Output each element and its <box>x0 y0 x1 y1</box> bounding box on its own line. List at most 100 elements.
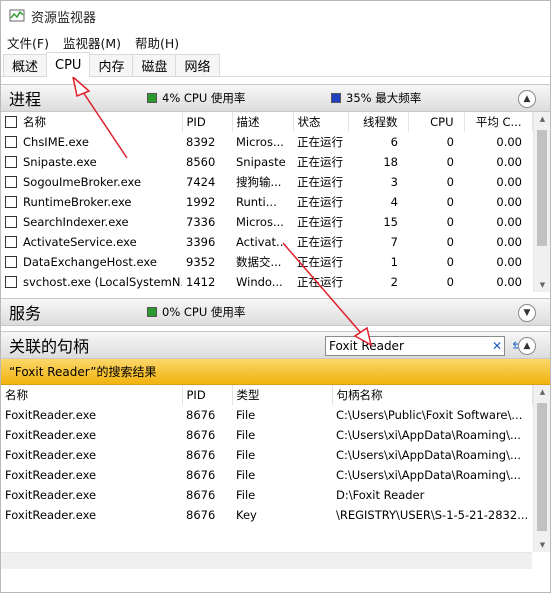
select-all-checkbox[interactable] <box>5 116 17 128</box>
process-checkbox[interactable] <box>5 156 17 168</box>
process-checkbox[interactable] <box>5 136 17 148</box>
services-cpu-usage-text: 0% CPU 使用率 <box>162 305 246 319</box>
tab-overview[interactable]: 概述 <box>3 54 48 76</box>
handles-column-type[interactable]: 类型 <box>232 385 333 405</box>
process-description: Runti... <box>236 195 277 209</box>
scroll-down-arrow[interactable]: ▼ <box>534 278 551 292</box>
process-name-cell[interactable]: ActivateService.exe <box>1 232 182 252</box>
menu-monitor[interactable]: 监视器(M) <box>63 33 121 52</box>
handles-column-name[interactable]: 名称 <box>1 385 183 405</box>
handle-pid: 8676 <box>186 468 216 482</box>
handles-scroll-thumb[interactable] <box>537 403 547 531</box>
process-description: Snipaste <box>236 155 286 169</box>
process-cpu: 0 <box>446 275 454 289</box>
process-row[interactable]: Snipaste.exe 8560 Snipaste 正在运行 18 0 0.00 <box>1 152 532 172</box>
menu-help[interactable]: 帮助(H) <box>135 33 179 52</box>
handles-horizontal-scrollbar[interactable] <box>1 552 532 569</box>
process-name: ActivateService.exe <box>23 235 137 249</box>
handle-row[interactable]: FoxitReader.exe 8676 File D:\Foxit Reader <box>1 485 532 505</box>
process-name-cell[interactable]: Snipaste.exe <box>1 152 182 172</box>
expand-services-button[interactable]: ▼ <box>518 304 536 322</box>
tab-disk[interactable]: 磁盘 <box>132 54 177 76</box>
process-description: Micros... <box>236 135 284 149</box>
process-status: 正在运行 <box>297 275 343 289</box>
process-pid: 7336 <box>186 215 216 229</box>
process-avg-cpu: 0.00 <box>496 235 522 249</box>
menu-file[interactable]: 文件(F) <box>7 33 49 52</box>
column-name[interactable]: 名称 <box>1 112 183 132</box>
column-description[interactable]: 描述 <box>232 112 294 132</box>
handle-row[interactable]: FoxitReader.exe 8676 File C:\Users\xi\AppDa… <box>1 425 532 445</box>
handles-scroll-down-arrow[interactable]: ▼ <box>534 538 551 552</box>
process-threads: 18 <box>383 155 398 169</box>
process-row[interactable]: ChsIME.exe 8392 Micros... 正在运行 6 0 0.00 <box>1 132 532 152</box>
process-name-cell[interactable]: RuntimeBroker.exe <box>1 192 182 212</box>
handle-process-name: FoxitReader.exe <box>5 508 97 522</box>
process-name-cell[interactable]: ChsIME.exe <box>1 132 182 152</box>
column-threads[interactable]: 线程数 <box>348 112 409 132</box>
handle-row[interactable]: FoxitReader.exe 8676 Key \REGISTRY\USER\S-1… <box>1 505 532 525</box>
column-status[interactable]: 状态 <box>293 112 349 132</box>
process-name-cell[interactable]: SogouImeBroker.exe <box>1 172 182 192</box>
collapse-processes-button[interactable]: ▲ <box>518 90 536 108</box>
handle-process-name: FoxitReader.exe <box>5 468 97 482</box>
process-name: DataExchangeHost.exe <box>23 255 157 269</box>
services-header[interactable]: 服务 0% CPU 使用率 ▼ <box>1 298 550 326</box>
handle-row[interactable]: FoxitReader.exe 8676 File C:\Users\Public\F… <box>1 405 532 425</box>
process-checkbox[interactable] <box>5 276 17 288</box>
collapse-handles-button[interactable]: ▲ <box>518 337 536 355</box>
handles-rows: FoxitReader.exe 8676 File C:\Users\Public\F… <box>1 405 532 525</box>
column-cpu[interactable]: CPU <box>408 112 465 132</box>
menu-bar: 文件(F) 监视器(M) 帮助(H) <box>1 31 550 53</box>
process-checkbox[interactable] <box>5 176 17 188</box>
process-threads: 3 <box>390 175 398 189</box>
process-threads: 1 <box>390 255 398 269</box>
scroll-up-arrow[interactable]: ▲ <box>534 112 551 126</box>
handle-row[interactable]: FoxitReader.exe 8676 File C:\Users\xi\AppDa… <box>1 465 532 485</box>
process-description: 搜狗输... <box>236 175 282 189</box>
processes-scrollbar[interactable]: ▲ ▼ <box>533 112 550 292</box>
process-name: RuntimeBroker.exe <box>23 195 132 209</box>
process-avg-cpu: 0.00 <box>496 175 522 189</box>
process-avg-cpu: 0.00 <box>496 135 522 149</box>
process-status: 正在运行 <box>297 195 343 209</box>
process-row[interactable]: SogouImeBroker.exe 7424 搜狗输... 正在运行 3 0 0.00 <box>1 172 532 192</box>
processes-scroll-thumb[interactable] <box>537 130 547 246</box>
processes-rows: ChsIME.exe 8392 Micros... 正在运行 6 0 0.00 Snipast… <box>1 132 532 292</box>
title-bar: 资源监视器 <box>1 1 550 31</box>
process-name-cell[interactable]: DataExchangeHost.exe <box>1 252 182 272</box>
process-row[interactable]: svchost.exe (LocalSystemN... 1412 Windo...… <box>1 272 532 292</box>
tab-network[interactable]: 网络 <box>175 54 220 76</box>
handles-header-row: 名称 PID 类型 句柄名称 <box>1 385 533 405</box>
handles-header[interactable]: 关联的句柄 Foxit Reader ✕ ⇆ ▲ <box>1 331 550 359</box>
column-pid[interactable]: PID <box>182 112 233 132</box>
handles-column-pid[interactable]: PID <box>182 385 233 405</box>
process-row[interactable]: SearchIndexer.exe 7336 Micros... 正在运行 15 0 0.0… <box>1 212 532 232</box>
handle-pid: 8676 <box>186 448 216 462</box>
handles-scroll-up-arrow[interactable]: ▲ <box>534 385 551 399</box>
tab-memory[interactable]: 内存 <box>89 54 134 76</box>
handle-type: Key <box>236 508 257 522</box>
window-title: 资源监视器 <box>31 10 97 26</box>
handles-column-handle-name[interactable]: 句柄名称 <box>332 385 533 405</box>
handle-pid: 8676 <box>186 428 216 442</box>
process-name-cell[interactable]: SearchIndexer.exe <box>1 212 182 232</box>
process-checkbox[interactable] <box>5 196 17 208</box>
process-checkbox[interactable] <box>5 256 17 268</box>
handles-scrollbar[interactable]: ▲ ▼ <box>533 385 550 552</box>
handle-type: File <box>236 448 256 462</box>
process-cpu: 0 <box>446 175 454 189</box>
process-row[interactable]: RuntimeBroker.exe 1992 Runti... 正在运行 4 0 0.00 <box>1 192 532 212</box>
process-checkbox[interactable] <box>5 216 17 228</box>
processes-cpu-usage: 4% CPU 使用率 <box>147 90 331 106</box>
process-checkbox[interactable] <box>5 236 17 248</box>
process-row[interactable]: DataExchangeHost.exe 9352 数据交... 正在运行 1 0 0.00 <box>1 252 532 272</box>
processes-header[interactable]: 进程 4% CPU 使用率 35% 最大频率 ▲ <box>1 84 550 112</box>
tab-cpu[interactable]: CPU <box>46 52 91 77</box>
clear-search-icon[interactable]: ✕ <box>490 339 504 353</box>
column-avg-cpu[interactable]: 平均 C... <box>464 112 533 132</box>
process-row[interactable]: ActivateService.exe 3396 Activat... 正在运行 7 0 0… <box>1 232 532 252</box>
handle-row[interactable]: FoxitReader.exe 8676 File C:\Users\xi\AppDa… <box>1 445 532 465</box>
handle-search-input[interactable]: Foxit Reader ✕ <box>325 336 505 356</box>
process-name-cell[interactable]: svchost.exe (LocalSystemN... <box>1 272 182 292</box>
